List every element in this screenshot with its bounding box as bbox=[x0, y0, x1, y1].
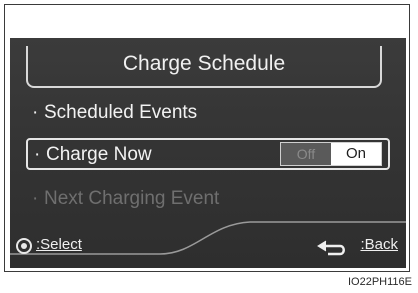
title-bar: Charge Schedule bbox=[26, 46, 382, 88]
select-label: :Select bbox=[36, 236, 82, 253]
toggle-off-option[interactable]: Off bbox=[281, 143, 331, 165]
page-title: Charge Schedule bbox=[122, 52, 286, 75]
menu-item-label: Next Charging Event bbox=[44, 188, 220, 209]
back-arrow-icon bbox=[317, 240, 345, 256]
menu-item-charge-now[interactable]: · Charge Now Off On bbox=[26, 138, 390, 170]
back-button[interactable]: :Back bbox=[316, 236, 398, 258]
menu-item-label: Scheduled Events bbox=[44, 102, 198, 123]
charge-now-toggle[interactable]: Off On bbox=[280, 142, 382, 166]
back-label: :Back bbox=[360, 236, 398, 253]
display-screen: Charge Schedule · Scheduled Events · Cha… bbox=[10, 38, 406, 268]
figure-caption: IO22PH116E bbox=[347, 276, 412, 288]
menu-item-scheduled-events[interactable]: · Scheduled Events bbox=[26, 98, 390, 130]
bullet: · bbox=[32, 188, 39, 209]
toggle-on-option[interactable]: On bbox=[331, 143, 381, 165]
menu-item-label: Charge Now bbox=[46, 144, 152, 165]
bullet: · bbox=[32, 102, 39, 123]
menu-item-next-charging-event: · Next Charging Event bbox=[26, 184, 390, 216]
controller-knob-icon bbox=[16, 238, 32, 254]
bullet: · bbox=[34, 144, 41, 165]
